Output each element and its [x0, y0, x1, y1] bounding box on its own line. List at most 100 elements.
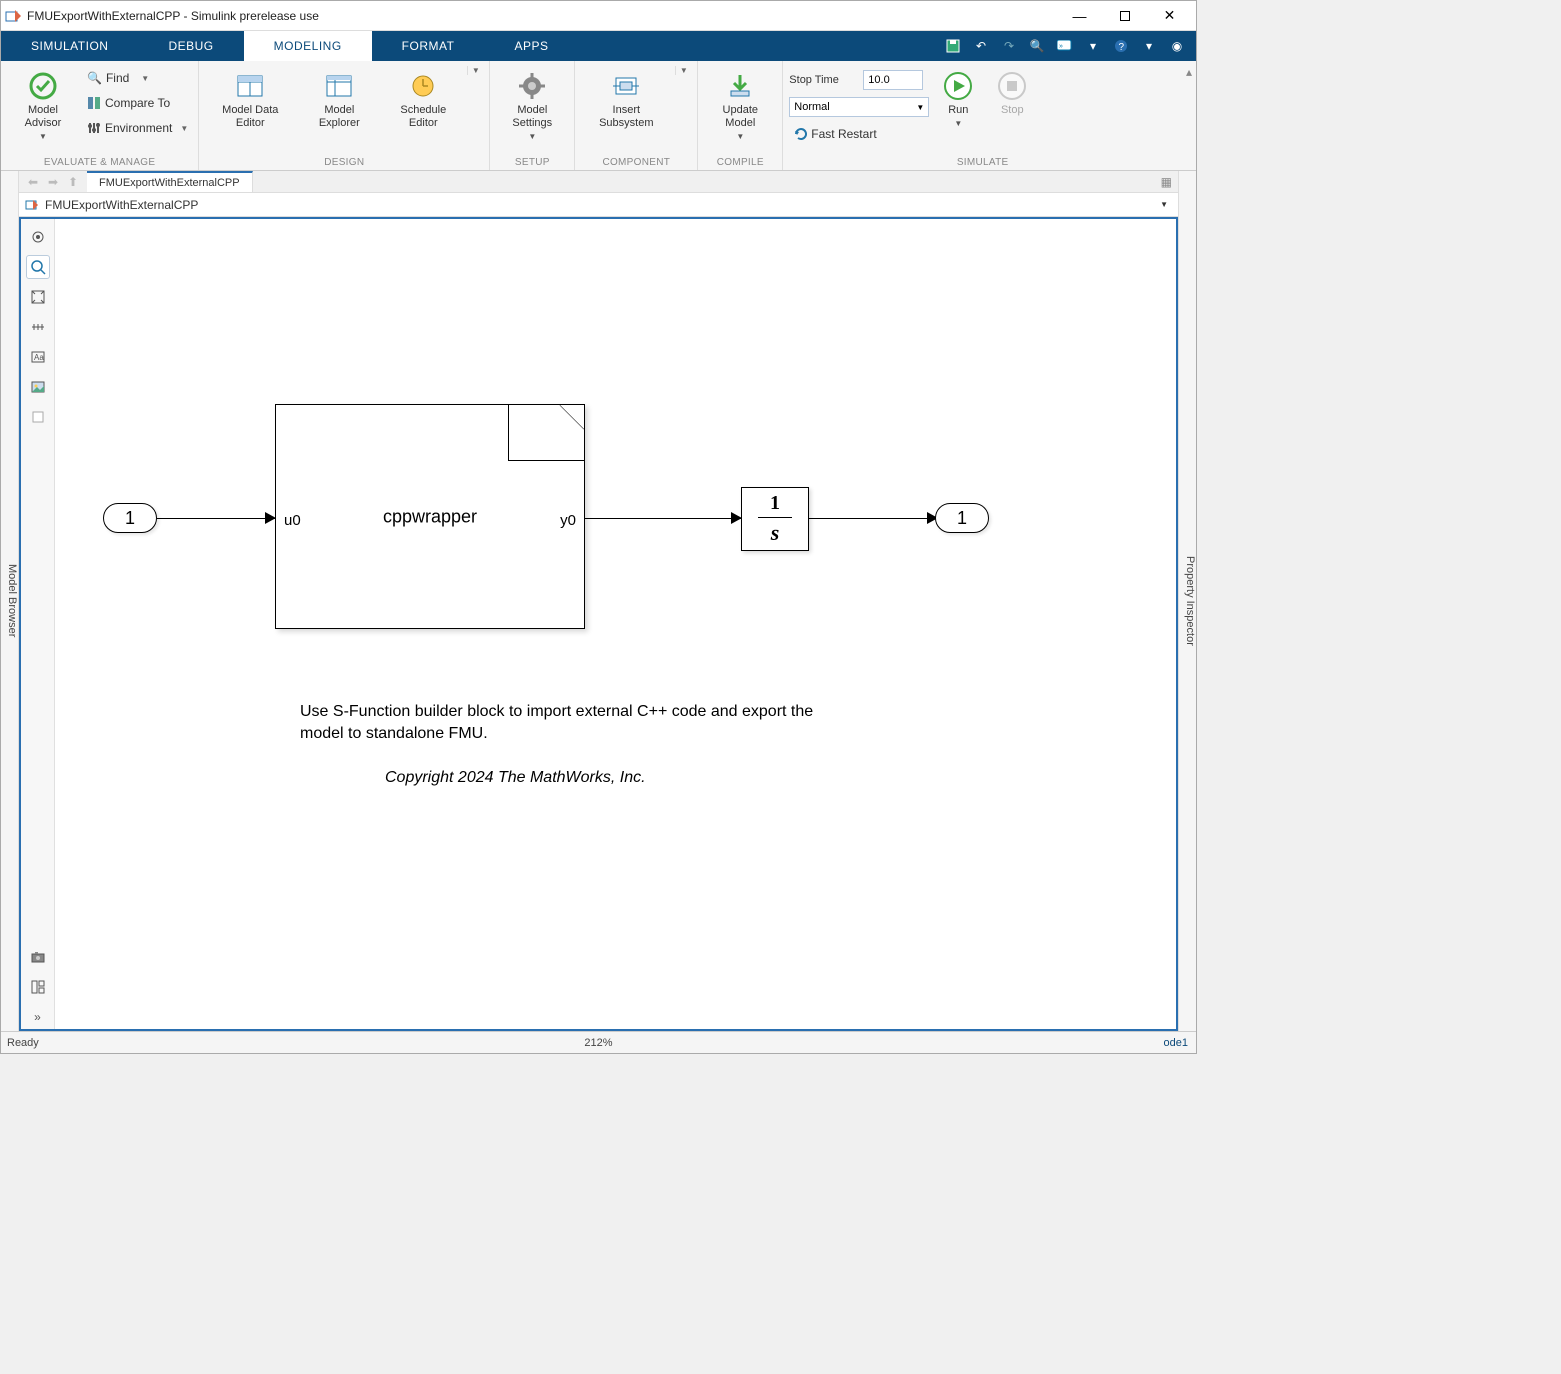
- model-advisor-button[interactable]: Model Advisor ▼: [7, 66, 79, 151]
- tab-debug[interactable]: DEBUG: [138, 31, 243, 61]
- ribbon-group-component: Insert Subsystem ▼ COMPONENT: [575, 61, 698, 170]
- fast-restart-label: Fast Restart: [811, 127, 876, 141]
- model-explorer-button[interactable]: Model Explorer: [299, 66, 379, 151]
- integrator-block[interactable]: 1 s: [741, 487, 809, 551]
- search-icon[interactable]: 🔍: [1026, 35, 1048, 57]
- explorer-label: Model Explorer: [319, 104, 360, 130]
- compare-button[interactable]: Compare To: [83, 91, 192, 115]
- explorer-icon: [323, 70, 355, 102]
- group-label-compile: COMPILE: [704, 155, 776, 170]
- signal-line[interactable]: [809, 518, 935, 519]
- minimize-button[interactable]: —: [1057, 2, 1102, 30]
- outport-number: 1: [957, 508, 967, 529]
- help-icon[interactable]: ?: [1110, 35, 1132, 57]
- breadcrumb-text[interactable]: FMUExportWithExternalCPP: [45, 198, 198, 212]
- model-browser-rail[interactable]: Model Browser: [1, 171, 19, 1031]
- model-settings-button[interactable]: Model Settings ▼: [496, 66, 568, 151]
- outport-block[interactable]: 1: [935, 503, 989, 533]
- chevron-down-icon: ▼: [528, 132, 536, 141]
- stop-time-input[interactable]: [863, 70, 923, 90]
- ribbon-group-design: Model Data Editor Model Explorer Schedul…: [199, 61, 490, 170]
- tab-modeling[interactable]: MODELING: [244, 31, 372, 61]
- solver-name[interactable]: ode1: [1016, 1037, 1196, 1049]
- explore-icon[interactable]: [26, 225, 50, 249]
- tab-simulation[interactable]: SIMULATION: [1, 31, 138, 61]
- environment-button[interactable]: Environment ▼: [83, 116, 192, 140]
- chevron-down-icon: ▼: [916, 103, 924, 112]
- insert-subsystem-button[interactable]: Insert Subsystem: [581, 66, 671, 151]
- settings-label: Model Settings: [512, 104, 552, 130]
- undo-icon[interactable]: ↶: [970, 35, 992, 57]
- shortcuts-icon[interactable]: »: [1054, 35, 1076, 57]
- ribbon-collapse-button[interactable]: ▴: [1182, 61, 1196, 170]
- run-button[interactable]: Run ▼: [933, 66, 983, 151]
- canvas-annotation-description[interactable]: Use S-Function builder block to import e…: [300, 701, 840, 744]
- data-editor-label: Model Data Editor: [222, 104, 278, 130]
- stop-button[interactable]: Stop: [987, 66, 1037, 151]
- canvas-frame: Aa »: [19, 217, 1178, 1031]
- ribbon-group-simulate: Stop Time Normal ▼ Fast Restart: [783, 61, 1182, 170]
- canvas-annotation-copyright[interactable]: Copyright 2024 The MathWorks, Inc.: [385, 769, 646, 787]
- design-more-dropdown[interactable]: ▼: [467, 66, 483, 75]
- redo-icon[interactable]: ↷: [998, 35, 1020, 57]
- zoom-level[interactable]: 212%: [181, 1037, 1016, 1049]
- tab-format[interactable]: FORMAT: [372, 31, 485, 61]
- tab-apps[interactable]: APPS: [484, 31, 578, 61]
- simulation-mode-value: Normal: [794, 101, 829, 113]
- model-icon: [25, 198, 39, 212]
- image-icon[interactable]: [26, 375, 50, 399]
- compare-label: Compare To: [105, 96, 170, 110]
- chevron-down-icon: ▼: [141, 74, 149, 83]
- subsystem-input-port-label: u0: [284, 512, 301, 529]
- quick-dropdown-icon[interactable]: ▾: [1082, 35, 1104, 57]
- fraction-bar: [758, 517, 792, 519]
- more-icon[interactable]: »: [26, 1005, 50, 1029]
- app-icon: [5, 8, 21, 24]
- model-data-editor-button[interactable]: Model Data Editor: [205, 66, 295, 151]
- group-label-component: COMPONENT: [581, 155, 691, 170]
- maximize-button[interactable]: [1102, 2, 1147, 30]
- inport-block[interactable]: 1: [103, 503, 157, 533]
- zoom-icon[interactable]: [26, 255, 50, 279]
- gear-icon: [516, 70, 548, 102]
- signal-line[interactable]: [157, 518, 275, 519]
- content-area: Model Browser ⬅ ➡ ⬆ FMUExportWithExterna…: [1, 171, 1196, 1031]
- close-button[interactable]: ✕: [1147, 2, 1192, 30]
- viewmarks-icon[interactable]: [26, 975, 50, 999]
- signal-line[interactable]: [585, 518, 741, 519]
- save-icon[interactable]: [942, 35, 964, 57]
- environment-label: Environment: [105, 121, 172, 135]
- fullscreen-icon[interactable]: ◉: [1166, 35, 1188, 57]
- nav-up-icon[interactable]: ⬆: [65, 174, 81, 190]
- annotation-icon[interactable]: Aa: [26, 345, 50, 369]
- chevron-down-icon: ▼: [39, 132, 47, 141]
- group-label-setup: SETUP: [496, 155, 568, 170]
- nav-forward-icon[interactable]: ➡: [45, 174, 61, 190]
- schedule-editor-button[interactable]: Schedule Editor: [383, 66, 463, 151]
- screenshot-icon[interactable]: [26, 945, 50, 969]
- title-bar: FMUExportWithExternalCPP - Simulink prer…: [1, 1, 1196, 31]
- component-more-dropdown[interactable]: ▼: [675, 66, 691, 75]
- ribbon-group-evaluate: Model Advisor ▼ 🔍 Find ▼ Compare To: [1, 61, 199, 170]
- find-button[interactable]: 🔍 Find ▼: [83, 66, 192, 90]
- update-model-button[interactable]: Update Model ▼: [704, 66, 776, 151]
- fast-restart-button[interactable]: Fast Restart: [789, 122, 929, 146]
- property-inspector-rail[interactable]: Property Inspector: [1178, 171, 1196, 1031]
- subsystem-block[interactable]: cppwrapper u0 y0: [275, 404, 585, 629]
- sample-time-icon[interactable]: [26, 315, 50, 339]
- svg-text:?: ?: [1119, 42, 1125, 53]
- play-icon: [942, 70, 974, 102]
- model-canvas[interactable]: 1 cppwrapper u0 y0 1: [55, 219, 1176, 1029]
- fit-icon[interactable]: [26, 285, 50, 309]
- magnifier-icon: 🔍: [87, 71, 102, 85]
- quick-access: ↶ ↷ 🔍 » ▾ ? ▾ ◉: [578, 31, 1196, 61]
- breadcrumb-dropdown[interactable]: ▼: [1160, 200, 1172, 209]
- chevron-down-icon: ▼: [954, 119, 962, 128]
- canvas-tab[interactable]: FMUExportWithExternalCPP: [87, 171, 253, 192]
- simulation-mode-select[interactable]: Normal ▼: [789, 97, 929, 117]
- model-advisor-label: Model Advisor: [25, 104, 62, 130]
- tab-grid-icon[interactable]: ▦: [1161, 175, 1172, 189]
- help-dropdown-icon[interactable]: ▾: [1138, 35, 1160, 57]
- nav-back-icon[interactable]: ⬅: [25, 174, 41, 190]
- area-icon[interactable]: [26, 405, 50, 429]
